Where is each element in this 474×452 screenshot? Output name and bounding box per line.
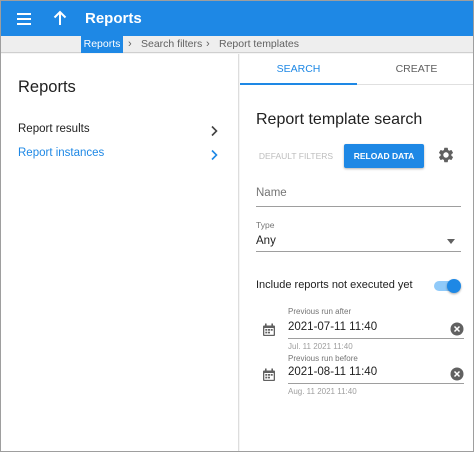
page-title: Reports (85, 10, 142, 27)
tab-search[interactable]: SEARCH (240, 54, 357, 85)
clear-icon[interactable] (450, 322, 464, 336)
clear-icon[interactable] (450, 367, 464, 381)
dropdown-arrow-icon (447, 239, 455, 244)
calendar-icon[interactable] (262, 323, 276, 337)
run-after-label: Previous run after (288, 307, 352, 316)
arrow-up-icon[interactable] (49, 7, 71, 29)
calendar-icon[interactable] (262, 368, 276, 382)
default-filters-button[interactable]: DEFAULT FILTERS (256, 145, 336, 167)
tab-bar: SEARCH CREATE (240, 54, 473, 85)
app-window: Reports Reports › Search filters › Repor… (0, 0, 474, 452)
breadcrumb: Reports › Search filters › Report templa… (1, 36, 473, 53)
run-before-value: 2021-08-11 11:40 (288, 366, 378, 378)
run-before-hint: Aug. 11 2021 11:40 (288, 387, 357, 396)
sidebar-item-report-results[interactable]: Report results (1, 118, 238, 142)
chevron-right-icon: › (206, 38, 210, 50)
run-before-input[interactable]: 2021-08-11 11:40 (288, 364, 464, 384)
include-not-executed-row: Include reports not executed yet (256, 276, 461, 296)
run-before-label: Previous run before (288, 354, 358, 363)
type-label: Type (256, 220, 275, 230)
name-input[interactable]: Name (256, 182, 461, 207)
run-after-input[interactable]: 2021-07-11 11:40 (288, 319, 464, 339)
sidebar: Reports Report results Report instances (1, 54, 239, 451)
search-title: Report template search (256, 111, 423, 128)
run-after-hint: Jul. 11 2021 11:40 (288, 342, 353, 351)
toggle-knob (447, 279, 461, 293)
chevron-right-icon (209, 148, 219, 161)
run-after-value: 2021-07-11 11:40 (288, 321, 378, 333)
sidebar-item-report-instances[interactable]: Report instances (1, 142, 238, 166)
sidebar-item-label: Report results (18, 123, 90, 135)
include-not-executed-toggle[interactable] (434, 279, 461, 293)
run-before-field: Previous run before 2021-08-11 11:40 Aug… (262, 353, 467, 401)
search-panel: SEARCH CREATE Report template search DEF… (240, 54, 473, 451)
chevron-right-icon (209, 124, 219, 137)
reload-data-button[interactable]: RELOAD DATA (344, 144, 424, 168)
sidebar-heading: Reports (18, 78, 76, 96)
tab-create[interactable]: CREATE (358, 54, 473, 85)
type-value: Any (256, 235, 276, 247)
type-select[interactable]: Type Any (256, 220, 461, 252)
include-not-executed-label: Include reports not executed yet (256, 279, 413, 291)
breadcrumb-item-search-filters[interactable]: Search filters (141, 36, 202, 53)
gear-icon[interactable] (437, 146, 455, 164)
breadcrumb-item-report-templates: Report templates (219, 38, 299, 50)
app-bar: Reports (1, 1, 473, 36)
sidebar-item-label: Report instances (18, 147, 105, 159)
run-after-field: Previous run after 2021-07-11 11:40 Jul.… (262, 306, 467, 354)
menu-icon[interactable] (15, 10, 35, 28)
breadcrumb-item-reports[interactable]: Reports (81, 36, 123, 53)
chevron-right-icon: › (128, 38, 132, 50)
name-placeholder: Name (256, 187, 287, 199)
